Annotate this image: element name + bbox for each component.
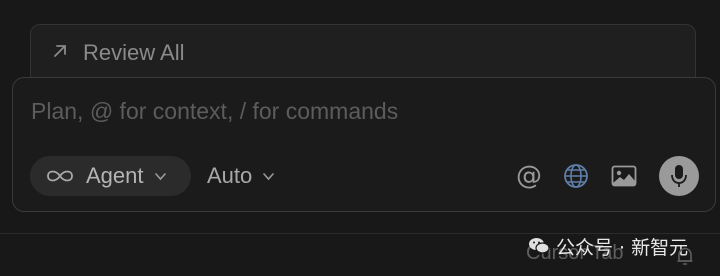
microphone-icon bbox=[670, 164, 688, 188]
agent-mode-label: Agent bbox=[86, 163, 144, 188]
chevron-down-icon bbox=[154, 172, 167, 181]
image-icon[interactable] bbox=[611, 165, 637, 187]
review-all-button[interactable]: Review All bbox=[51, 39, 184, 67]
at-icon[interactable]: @ bbox=[515, 161, 543, 191]
arrow-up-right-icon bbox=[51, 40, 69, 66]
chevron-down-icon bbox=[262, 172, 275, 181]
wechat-icon bbox=[528, 236, 550, 256]
infinity-icon bbox=[44, 168, 76, 184]
watermark: 公众号 · 新智元 bbox=[528, 232, 688, 260]
globe-icon[interactable] bbox=[563, 163, 589, 189]
model-selector[interactable]: Auto bbox=[207, 156, 275, 196]
chat-composer: Agent Auto @ bbox=[12, 77, 716, 212]
review-all-label: Review All bbox=[83, 40, 185, 65]
agent-mode-selector[interactable]: Agent bbox=[30, 156, 191, 196]
model-label: Auto bbox=[207, 163, 253, 188]
prompt-input[interactable] bbox=[31, 94, 671, 128]
bell-icon[interactable] bbox=[676, 246, 694, 266]
microphone-button[interactable] bbox=[659, 156, 699, 196]
watermark-text: 公众号 · 新智元 bbox=[556, 236, 689, 259]
composer-tools: @ bbox=[515, 155, 699, 197]
